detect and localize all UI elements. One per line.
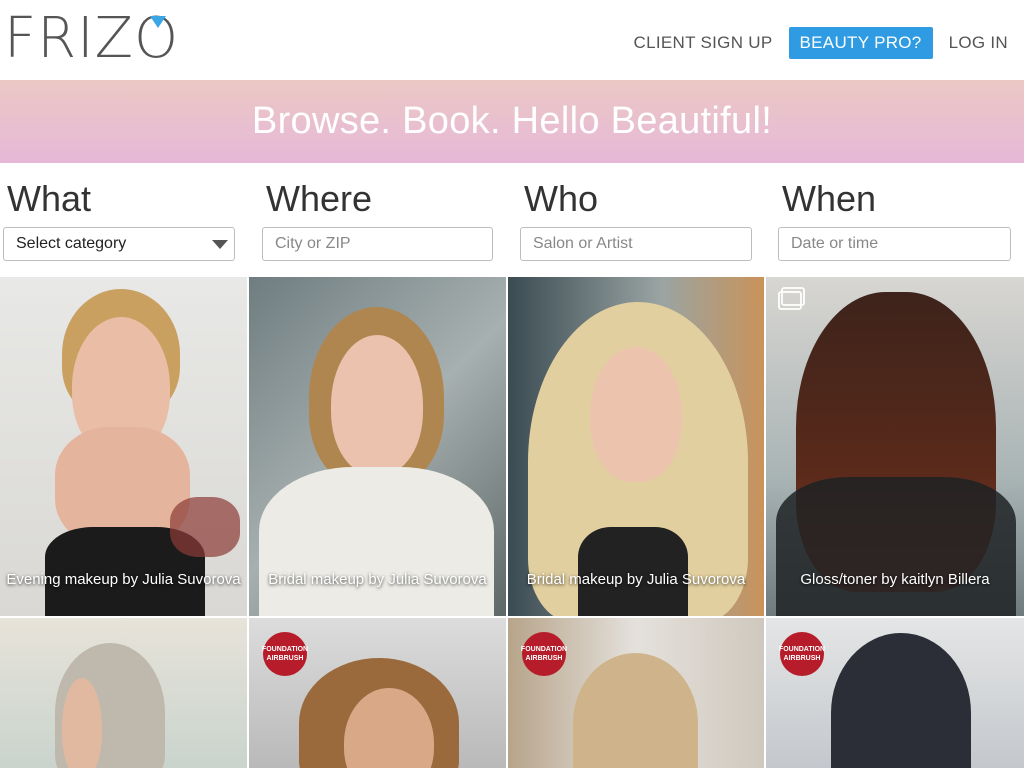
photo-grid: Evening makeup by Julia Suvorova Bridal … [0,277,1024,768]
photo-tile[interactable]: FOUNDATION AIRBRUSH [249,618,506,768]
when-column: When Date or time [778,163,1011,261]
category-select-value: Select category [16,235,127,252]
photo-face [331,335,423,475]
gallery-icon [778,287,805,310]
datetime-placeholder: Date or time [791,235,879,252]
foundation-airbrush-badge: FOUNDATION AIRBRUSH [262,632,308,676]
logo-accent-icon [150,16,166,28]
hero-banner: Browse. Book. Hello Beautiful! [0,80,1024,163]
foundation-airbrush-badge: FOUNDATION AIRBRUSH [521,632,567,676]
photo-tile[interactable]: FOUNDATION AIRBRUSH [508,618,764,768]
where-column: Where City or ZIP [262,163,493,261]
salon-artist-placeholder: Salon or Artist [533,235,633,252]
photo-face [62,678,102,768]
banner-tagline: Browse. Book. Hello Beautiful! [251,100,773,142]
photo-tattoo [170,497,240,557]
search-bar: What Select category Where City or ZIP W… [0,163,1024,277]
salon-artist-input[interactable]: Salon or Artist [520,227,752,261]
photo-tile[interactable]: Evening makeup by Julia Suvorova [0,277,247,616]
photo-tile[interactable]: FOUNDATION AIRBRUSH [766,618,1024,768]
location-input[interactable]: City or ZIP [262,227,493,261]
category-select[interactable]: Select category [3,227,235,261]
what-column: What Select category [3,163,235,261]
photo-face [590,347,682,482]
foundation-airbrush-badge: FOUNDATION AIRBRUSH [779,632,825,676]
what-label: What [7,178,92,219]
who-column: Who Salon or Artist [520,163,752,261]
photo-clothing [776,477,1016,616]
top-nav: CLIENT SIGN UP BEAUTY PRO? LOG IN [632,27,1010,59]
photo-tile[interactable] [0,618,247,768]
photo-tile[interactable]: Bridal makeup by Julia Suvorova [508,277,764,616]
login-link[interactable]: LOG IN [947,29,1010,57]
who-label: Who [524,178,599,219]
when-label: When [782,178,877,219]
photo-caption: Evening makeup by Julia Suvorova [6,571,241,588]
location-placeholder: City or ZIP [275,235,351,252]
where-label: Where [266,178,373,219]
photo-caption: Gloss/toner by kaitlyn Billera [800,571,990,588]
photo-caption: Bridal makeup by Julia Suvorova [268,571,487,588]
site-header: FRIZO CLIENT SIGN UP BEAUTY PRO? LOG IN [0,0,1024,80]
photo-lace-dress [259,467,494,616]
datetime-input[interactable]: Date or time [778,227,1011,261]
photo-caption: Bridal makeup by Julia Suvorova [526,571,746,588]
chevron-down-icon [212,240,228,249]
beauty-pro-button[interactable]: BEAUTY PRO? [788,27,933,59]
client-signup-link[interactable]: CLIENT SIGN UP [632,29,775,57]
photo-tile[interactable]: Gloss/toner by kaitlyn Billera [766,277,1024,616]
photo-tile[interactable]: Bridal makeup by Julia Suvorova [249,277,506,616]
